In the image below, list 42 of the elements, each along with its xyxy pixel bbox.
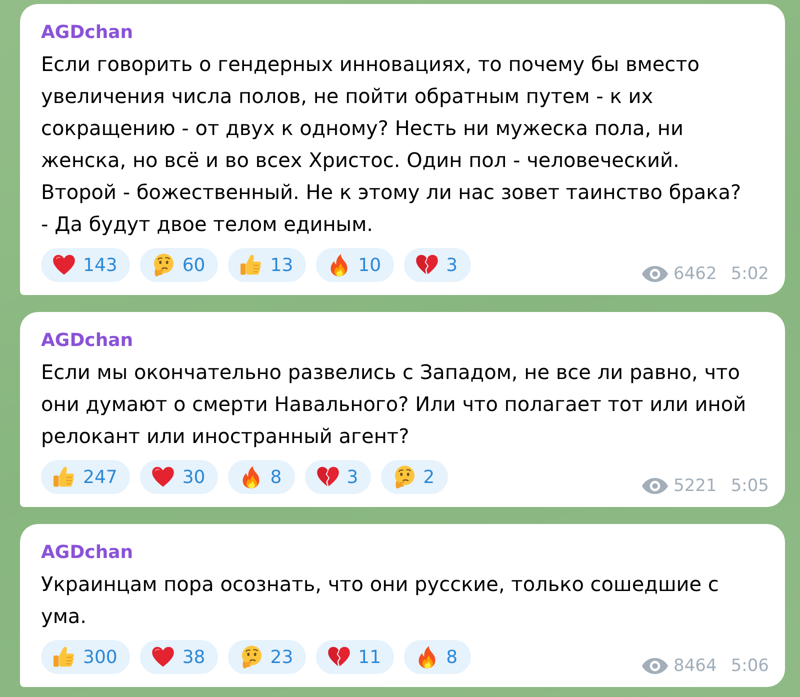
thumbs-up-icon [239,253,264,277]
reaction-button[interactable]: 3 [404,248,471,282]
reaction-button[interactable]: 3 [304,460,372,494]
thinking-face-icon [392,465,416,489]
heart-icon [52,253,76,277]
eye-icon [642,658,668,674]
thumbs-up-icon [52,645,76,669]
message-time: 5:06 [730,656,769,676]
message-text: Если мы окончательно развелись с Западом, не все ли равно, что они думают о смерти Навального? Или что полагает тот или иной релокант или иностранный агент? [41,359,748,450]
view-count: 5221 [674,476,717,496]
broken-heart-icon [327,645,352,669]
broken-heart-icon [415,253,440,277]
reaction-button[interactable]: 60 [140,248,218,282]
heart-icon [151,645,176,669]
broken-heart-icon [316,465,340,489]
reaction-button[interactable]: 247 [41,460,130,494]
eye-icon [642,478,668,494]
reaction-button[interactable]: 13 [228,248,306,282]
reaction-button[interactable]: 8 [404,640,471,674]
reaction-button[interactable]: 300 [41,640,130,674]
reaction-button[interactable]: 11 [316,640,394,674]
thinking-face-icon [239,645,264,669]
eye-icon [642,266,668,282]
thinking-face-icon [151,253,176,277]
reaction-button[interactable]: 23 [228,640,306,674]
message-time: 5:05 [730,476,769,496]
message-time: 5:02 [730,264,769,284]
reaction-button[interactable]: 38 [140,640,218,674]
author-name: AGDchan [41,329,134,353]
author-name: AGDchan [41,541,134,565]
view-count: 6462 [674,264,717,284]
reaction-button[interactable]: 2 [381,460,448,494]
view-count: 8464 [674,656,717,676]
thumbs-up-icon [52,465,76,489]
reaction-button[interactable]: 10 [316,248,394,282]
heart-icon [151,465,176,489]
reaction-button[interactable]: 8 [228,460,295,494]
author-name: AGDchan [41,21,134,45]
reaction-button[interactable]: 30 [140,460,218,494]
message-text: Если говорить о гендерных инновациях, то почему бы вместо увеличения числа полов, не пойти обратным путем - к их сокращению - от двух к одному? Несть ни мужеска пола, ни женска, но всё и во всех Христос. Один пол - человеческий. Второй - божественный. Не к этому ли нас зовет таинство брака? - Да будут двое телом единым. [41,51,742,238]
message-text: Украинцам пора осознать, что они русские, только сошедшие с ума. [41,571,720,630]
reaction-button[interactable]: 143 [41,248,130,282]
